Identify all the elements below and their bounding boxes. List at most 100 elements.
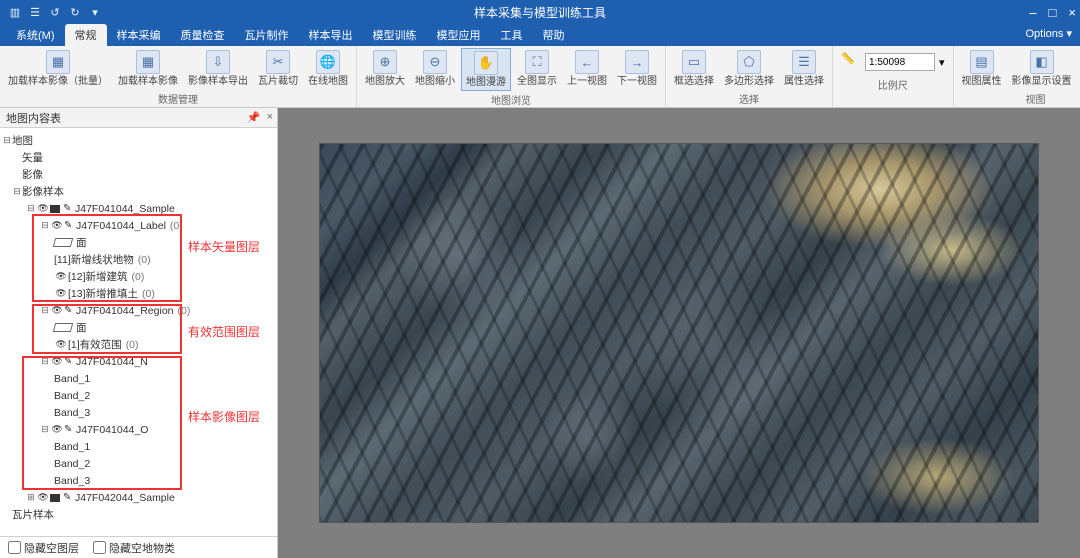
next-view-button[interactable]: →下一视图 xyxy=(613,48,661,89)
list-icon: ☰ xyxy=(792,50,816,74)
zoom-in-icon: ⊕ xyxy=(373,50,397,74)
qat-icon-2[interactable]: ☰ xyxy=(28,5,42,19)
zoom-in-button[interactable]: ⊕地图放大 xyxy=(361,48,409,89)
scale-input[interactable] xyxy=(865,53,935,71)
window-controls: – □ × xyxy=(1029,5,1076,20)
qat-icon-4[interactable]: ↻ xyxy=(68,5,82,19)
attr-select-button[interactable]: ☰属性选择 xyxy=(780,48,828,89)
group-label-select: 选择 xyxy=(670,90,828,107)
minimize-button[interactable]: – xyxy=(1029,5,1036,20)
satellite-image xyxy=(319,143,1039,523)
scale-dropdown-icon[interactable]: ▾ xyxy=(939,56,945,69)
ribbon-group-scale: 📏 ▾ 比例尺 xyxy=(833,46,954,107)
tree-label-layer[interactable]: ⊟👁✎J47F041044_Label(0) xyxy=(2,217,273,234)
ribbon: ▦加载样本影像（批量） ▦加载样本影像 ⇩影像样本导出 ✂瓦片裁切 🌐在线地图 … xyxy=(0,46,1080,108)
toc-panel: 地图内容表 📌 × ⊟地图 矢量 影像 ⊟影像样本 ⊟👁✎J47F041044_… xyxy=(0,108,278,558)
batch-icon: ▦ xyxy=(46,50,70,74)
qat-dropdown-icon[interactable]: ▾ xyxy=(88,5,102,19)
scale-icon: 📏 xyxy=(841,52,861,72)
load-sample-batch-button[interactable]: ▦加载样本影像（批量） xyxy=(4,48,112,89)
tree-vector[interactable]: 矢量 xyxy=(2,149,273,166)
tab-sample-collect[interactable]: 样本采编 xyxy=(107,24,171,46)
title-bar: ▥ ☰ ↺ ↻ ▾ 样本采集与模型训练工具 – □ × xyxy=(0,0,1080,24)
hand-icon: ✋ xyxy=(474,51,498,75)
layer-tree[interactable]: ⊟地图 矢量 影像 ⊟影像样本 ⊟👁✎J47F041044_Sample ⊟👁✎… xyxy=(0,128,277,536)
tile-cut-button[interactable]: ✂瓦片裁切 xyxy=(254,48,302,89)
tree-root[interactable]: ⊟地图 xyxy=(2,132,273,149)
tree-image[interactable]: 影像 xyxy=(2,166,273,183)
tab-export[interactable]: 样本导出 xyxy=(299,24,363,46)
tree-o-b3[interactable]: Band_3 xyxy=(2,472,273,489)
display-settings-button[interactable]: ◧影像显示设置 xyxy=(1008,48,1076,89)
zoom-out-icon: ⊖ xyxy=(423,50,447,74)
ribbon-group-browse: ⊕地图放大 ⊖地图缩小 ✋地图漫游 ⛶全图显示 ←上一视图 →下一视图 地图浏览 xyxy=(357,46,666,107)
quick-access-toolbar: ▥ ☰ ↺ ↻ ▾ xyxy=(0,5,102,19)
window-title: 样本采集与模型训练工具 xyxy=(474,4,606,21)
menu-system[interactable]: 系统(M) xyxy=(6,24,65,46)
panel-close-icon[interactable]: × xyxy=(267,111,273,124)
poly-select-button[interactable]: ⬠多边形选择 xyxy=(720,48,778,89)
qat-icon-3[interactable]: ↺ xyxy=(48,5,62,19)
close-button[interactable]: × xyxy=(1068,5,1076,20)
tab-general[interactable]: 常规 xyxy=(65,24,107,46)
load-sample-button[interactable]: ▦加载样本影像 xyxy=(114,48,182,89)
group-label-view: 视图 xyxy=(958,90,1080,107)
panel-title: 地图内容表 xyxy=(6,110,61,126)
view-props-button[interactable]: ▤视图属性 xyxy=(958,48,1006,89)
tab-help[interactable]: 帮助 xyxy=(533,24,575,46)
tree-l12[interactable]: 👁[12]新增建筑(0) xyxy=(2,268,273,285)
rect-select-icon: ▭ xyxy=(682,50,706,74)
menu-bar: 系统(M) 常规 样本采编 质量检查 瓦片制作 样本导出 模型训练 模型应用 工… xyxy=(0,24,1080,46)
polygon-icon: ⬠ xyxy=(737,50,761,74)
props-icon: ▤ xyxy=(970,50,994,74)
ribbon-group-view: ▤视图属性 ◧影像显示设置 ▦表现 视图 xyxy=(954,46,1080,107)
qat-icon-1[interactable]: ▥ xyxy=(8,5,22,19)
group-label-data: 数据管理 xyxy=(4,90,352,107)
main-area: 地图内容表 📌 × ⊟地图 矢量 影像 ⊟影像样本 ⊟👁✎J47F041044_… xyxy=(0,108,1080,558)
export-sample-button[interactable]: ⇩影像样本导出 xyxy=(184,48,252,89)
tree-l13[interactable]: 👁[13]新增推填土(0) xyxy=(2,285,273,302)
export-icon: ⇩ xyxy=(206,50,230,74)
group-label-browse: 地图浏览 xyxy=(361,91,661,108)
map-viewport[interactable] xyxy=(278,108,1080,558)
maximize-button[interactable]: □ xyxy=(1049,5,1057,20)
hide-empty-layer-checkbox[interactable]: 隐藏空图层 xyxy=(8,540,79,556)
hide-empty-feature-checkbox[interactable]: 隐藏空地物类 xyxy=(93,540,175,556)
annot-label-1: 样本矢量图层 xyxy=(188,238,260,255)
tab-tools[interactable]: 工具 xyxy=(491,24,533,46)
annot-label-2: 有效范围图层 xyxy=(188,323,260,340)
ribbon-group-select: ▭框选选择 ⬠多边形选择 ☰属性选择 选择 xyxy=(666,46,833,107)
full-extent-icon: ⛶ xyxy=(525,50,549,74)
rect-select-button[interactable]: ▭框选选择 xyxy=(670,48,718,89)
full-extent-button[interactable]: ⛶全图显示 xyxy=(513,48,561,89)
tree-o-b2[interactable]: Band_2 xyxy=(2,455,273,472)
tab-apply[interactable]: 模型应用 xyxy=(427,24,491,46)
cut-icon: ✂ xyxy=(266,50,290,74)
tab-train[interactable]: 模型训练 xyxy=(363,24,427,46)
tree-n-b2[interactable]: Band_2 xyxy=(2,387,273,404)
tree-n-b1[interactable]: Band_1 xyxy=(2,370,273,387)
image-icon: ▦ xyxy=(136,50,160,74)
panel-header: 地图内容表 📌 × xyxy=(0,108,277,128)
group-label-scale: 比例尺 xyxy=(837,76,949,93)
tab-quality[interactable]: 质量检查 xyxy=(171,24,235,46)
tab-tile[interactable]: 瓦片制作 xyxy=(235,24,299,46)
options-dropdown[interactable]: Options ▾ xyxy=(1026,27,1073,40)
pan-button[interactable]: ✋地图漫游 xyxy=(461,48,511,91)
prev-view-button[interactable]: ←上一视图 xyxy=(563,48,611,89)
display-icon: ◧ xyxy=(1030,50,1054,74)
zoom-out-button[interactable]: ⊖地图缩小 xyxy=(411,48,459,89)
tree-sample1[interactable]: ⊟👁✎J47F041044_Sample xyxy=(2,200,273,217)
tree-image-sample[interactable]: ⊟影像样本 xyxy=(2,183,273,200)
globe-icon: 🌐 xyxy=(316,50,340,74)
ribbon-group-data: ▦加载样本影像（批量） ▦加载样本影像 ⇩影像样本导出 ✂瓦片裁切 🌐在线地图 … xyxy=(0,46,357,107)
annot-label-3: 样本影像图层 xyxy=(188,408,260,425)
tree-tile[interactable]: 瓦片样本 xyxy=(2,506,273,523)
tree-region-layer[interactable]: ⊟👁✎J47F041044_Region(0) xyxy=(2,302,273,319)
online-map-button[interactable]: 🌐在线地图 xyxy=(304,48,352,89)
panel-pin-icon[interactable]: 📌 xyxy=(247,111,261,124)
tree-sample2[interactable]: ⊞👁✎J47F042044_Sample xyxy=(2,489,273,506)
panel-footer: 隐藏空图层 隐藏空地物类 xyxy=(0,536,277,558)
tree-img-n[interactable]: ⊟👁✎J47F041044_N xyxy=(2,353,273,370)
tree-o-b1[interactable]: Band_1 xyxy=(2,438,273,455)
